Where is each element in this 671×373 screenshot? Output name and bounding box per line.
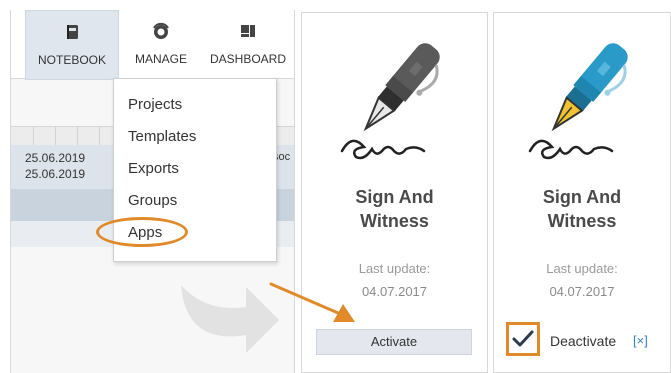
fountain-pen-icon <box>528 43 628 160</box>
top-nav: NOTEBOOK MANAGE DASHBOARD <box>11 10 294 80</box>
last-update-label: Last update: <box>546 261 618 276</box>
nav-dashboard[interactable]: DASHBOARD <box>205 10 291 78</box>
nav-manage[interactable]: MANAGE <box>117 10 205 78</box>
notebook-icon <box>67 25 78 39</box>
header-divider <box>55 127 56 145</box>
nav-notebook-label: NOTEBOOK <box>37 53 106 67</box>
row-date-updated: 25.06.2019 <box>25 167 86 181</box>
apps-highlight-ring <box>96 217 188 247</box>
card-title-line1: Sign And <box>542 187 622 207</box>
card-title: Sign And Witness <box>494 185 670 233</box>
annotation-arrow-icon <box>269 282 355 322</box>
card-title-line1: Sign And <box>355 187 434 207</box>
last-update-date: 04.07.2017 <box>549 284 615 299</box>
gauge-icon <box>153 22 169 39</box>
active-checkbox[interactable] <box>506 322 540 356</box>
checkmark-icon <box>512 330 534 347</box>
last-update-label: Last update: <box>358 261 431 276</box>
header-divider <box>77 127 78 145</box>
menu-item-exports[interactable]: Exports <box>128 160 179 177</box>
remove-app-link[interactable]: [×] <box>633 333 648 348</box>
nav-dashboard-label: DASHBOARD <box>209 52 286 66</box>
app-card-active: Sign And Witness Last update: 04.07.2017… <box>493 12 671 373</box>
header-divider <box>33 127 34 145</box>
activate-button[interactable]: Activate <box>316 329 472 355</box>
card-title-line2: Witness <box>360 211 429 231</box>
row-date-created: 25.06.2019 <box>25 151 86 165</box>
card-title: Sign And Witness <box>302 185 487 233</box>
dashboard-icon <box>241 25 255 37</box>
menu-item-groups[interactable]: Groups <box>128 192 177 209</box>
nav-notebook[interactable]: NOTEBOOK <box>25 10 119 80</box>
nav-manage-label: MANAGE <box>134 52 187 66</box>
deactivate-link[interactable]: Deactivate <box>550 333 616 349</box>
header-divider <box>99 127 100 145</box>
card-title-line2: Witness <box>547 211 617 231</box>
fountain-pen-icon <box>340 43 440 160</box>
menu-item-templates[interactable]: Templates <box>128 128 196 145</box>
menu-item-projects[interactable]: Projects <box>128 96 182 113</box>
